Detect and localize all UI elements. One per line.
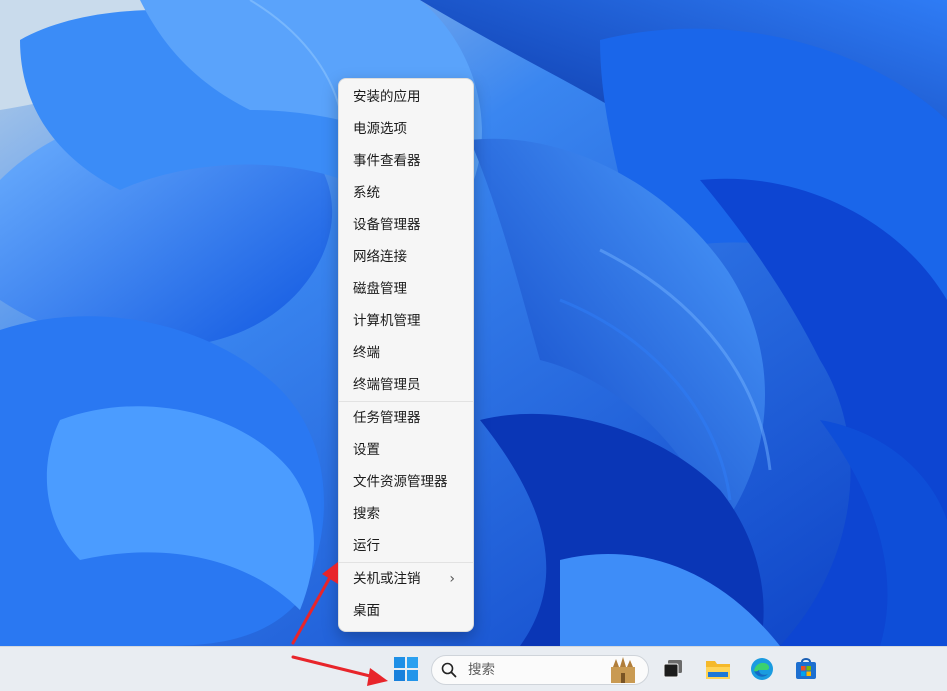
menu-item-event-viewer[interactable]: 事件查看器 xyxy=(339,145,473,177)
chevron-right-icon: › xyxy=(449,571,455,587)
taskbar: 搜索 xyxy=(0,646,947,691)
microsoft-store-button[interactable] xyxy=(790,653,822,685)
search-icon xyxy=(441,662,457,678)
menu-item-shutdown-signout[interactable]: 关机或注销 › xyxy=(339,563,473,595)
taskbar-search-box[interactable]: 搜索 xyxy=(431,655,649,685)
menu-item-system[interactable]: 系统 xyxy=(339,177,473,209)
menu-item-label: 关机或注销 xyxy=(353,571,421,587)
menu-item-disk-management[interactable]: 磁盘管理 xyxy=(339,273,473,305)
edge-browser-icon xyxy=(751,658,773,680)
menu-item-network-connections[interactable]: 网络连接 xyxy=(339,241,473,273)
start-button[interactable] xyxy=(390,653,422,685)
menu-item-installed-apps[interactable]: 安装的应用 xyxy=(339,81,473,113)
winx-context-menu: 安装的应用 电源选项 事件查看器 系统 设备管理器 网络连接 磁盘管理 计算机管… xyxy=(338,78,474,632)
search-placeholder: 搜索 xyxy=(468,662,495,678)
file-explorer-icon xyxy=(706,661,730,679)
task-view-button[interactable] xyxy=(657,653,689,685)
menu-item-power-options[interactable]: 电源选项 xyxy=(339,113,473,145)
menu-item-file-explorer[interactable]: 文件资源管理器 xyxy=(339,466,473,498)
menu-item-computer-management[interactable]: 计算机管理 xyxy=(339,305,473,337)
microsoft-store-icon xyxy=(796,658,816,679)
menu-item-terminal-admin[interactable]: 终端管理员 xyxy=(339,369,473,401)
menu-item-task-manager[interactable]: 任务管理器 xyxy=(339,402,473,434)
search-highlight-icon xyxy=(611,657,635,683)
edge-browser-button[interactable] xyxy=(746,653,778,685)
file-explorer-button[interactable] xyxy=(702,653,734,685)
menu-item-settings[interactable]: 设置 xyxy=(339,434,473,466)
menu-item-desktop[interactable]: 桌面 xyxy=(339,595,473,627)
task-view-icon xyxy=(663,660,682,678)
menu-item-run[interactable]: 运行 xyxy=(339,530,473,562)
windows-start-icon xyxy=(394,657,418,681)
menu-item-device-manager[interactable]: 设备管理器 xyxy=(339,209,473,241)
menu-item-terminal[interactable]: 终端 xyxy=(339,337,473,369)
menu-item-search[interactable]: 搜索 xyxy=(339,498,473,530)
desktop: 安装的应用 电源选项 事件查看器 系统 设备管理器 网络连接 磁盘管理 计算机管… xyxy=(0,0,947,646)
